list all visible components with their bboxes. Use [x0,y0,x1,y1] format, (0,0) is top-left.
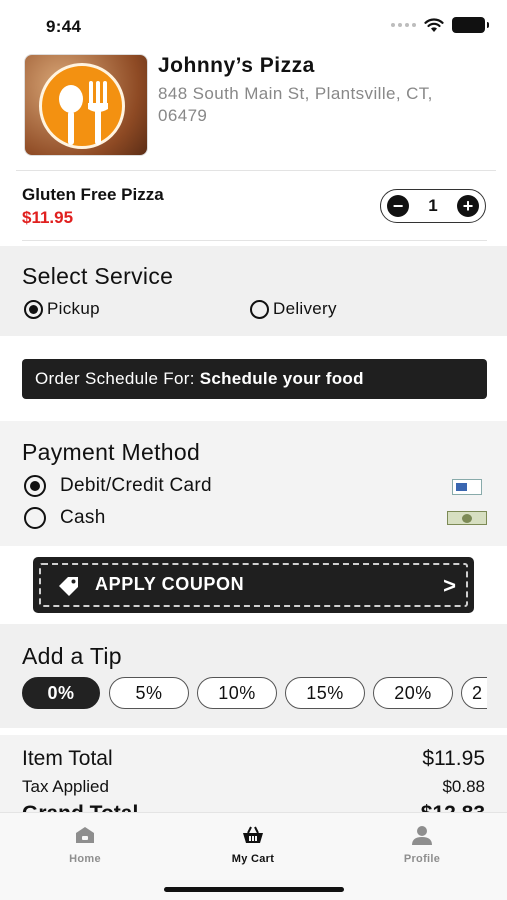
increment-button[interactable]: + [457,195,479,217]
payment-option-card[interactable]: Debit/Credit Card [24,475,212,497]
cellular-signal-icon [391,23,416,27]
service-option-label: Delivery [273,299,337,318]
schedule-value: Schedule your food [199,369,364,388]
tip-options: 0% 5% 10% 15% 20% 2 [22,677,487,711]
item-name: Gluten Free Pizza [22,185,164,204]
item-total-row: Item Total $11.95 [22,747,485,771]
payment-option-label: Debit/Credit Card [60,475,212,496]
divider [22,240,487,241]
apply-coupon-button[interactable]: APPLY COUPON > [33,557,474,613]
person-icon [412,826,432,845]
service-section: Select Service Pickup Delivery [0,246,507,336]
service-option-delivery[interactable]: Delivery [250,299,337,319]
tab-bar: Home My Cart Profile [0,812,507,900]
restaurant-header: Johnny’s Pizza 848 South Main St, Plants… [0,50,507,170]
schedule-button[interactable]: Order Schedule For: Schedule your food [22,359,487,399]
tab-label: Home [69,853,101,865]
wifi-icon [424,17,444,32]
tip-option-15[interactable]: 15% [285,677,365,709]
radio-selected-icon [24,299,43,319]
service-option-label: Pickup [47,299,100,318]
tip-option-5[interactable]: 5% [109,677,189,709]
cash-icon [447,511,487,525]
restaurant-name: Johnny’s Pizza [158,54,315,77]
tax-value: $0.88 [442,777,485,796]
payment-option-label: Cash [60,507,106,528]
tab-profile[interactable]: Profile [382,825,462,865]
basket-icon [243,826,263,843]
quantity-value: 1 [428,196,438,215]
tip-title: Add a Tip [22,643,122,669]
item-price: $11.95 [22,208,74,227]
tax-label: Tax Applied [22,777,109,796]
status-icons [391,17,489,33]
tip-option-0[interactable]: 0% [22,677,100,709]
fork-spoon-icon [59,81,108,145]
payment-option-cash[interactable]: Cash [24,507,106,529]
restaurant-address: 848 South Main St, Plantsville, CT, 0647… [158,84,433,125]
tab-my-cart[interactable]: My Cart [213,825,293,865]
tip-option-10[interactable]: 10% [197,677,277,709]
chevron-right-icon: > [443,573,456,598]
battery-icon [452,17,489,33]
coupon-label: APPLY COUPON [95,574,245,594]
service-title: Select Service [22,263,174,289]
tip-option-partial[interactable]: 2 [461,677,487,709]
schedule-prefix: Order Schedule For: [35,369,195,388]
radio-selected-icon [24,475,46,497]
payment-title: Payment Method [22,439,201,465]
item-total-label: Item Total [22,747,113,770]
decrement-button[interactable]: − [387,195,409,217]
home-icon [76,827,94,843]
status-time: 9:44 [46,17,82,36]
home-indicator [164,887,344,892]
restaurant-logo [24,54,148,156]
cart-item: Gluten Free Pizza $11.95 − 1 + [0,171,507,241]
tag-icon [59,577,78,596]
radio-unselected-icon [24,507,46,529]
credit-card-icon [452,479,482,495]
tab-home[interactable]: Home [45,825,125,865]
tab-label: My Cart [231,853,275,865]
status-bar: 9:44 [0,0,507,50]
order-totals: Item Total $11.95 Tax Applied $0.88 Gran… [0,735,507,815]
service-option-pickup[interactable]: Pickup [24,299,100,319]
tip-section: Add a Tip [0,624,507,728]
tax-row: Tax Applied $0.88 [22,777,485,797]
item-total-value: $11.95 [422,747,485,770]
tip-option-20[interactable]: 20% [373,677,453,709]
quantity-stepper: − 1 + [380,189,486,223]
tab-label: Profile [403,853,441,865]
radio-unselected-icon [250,299,269,319]
